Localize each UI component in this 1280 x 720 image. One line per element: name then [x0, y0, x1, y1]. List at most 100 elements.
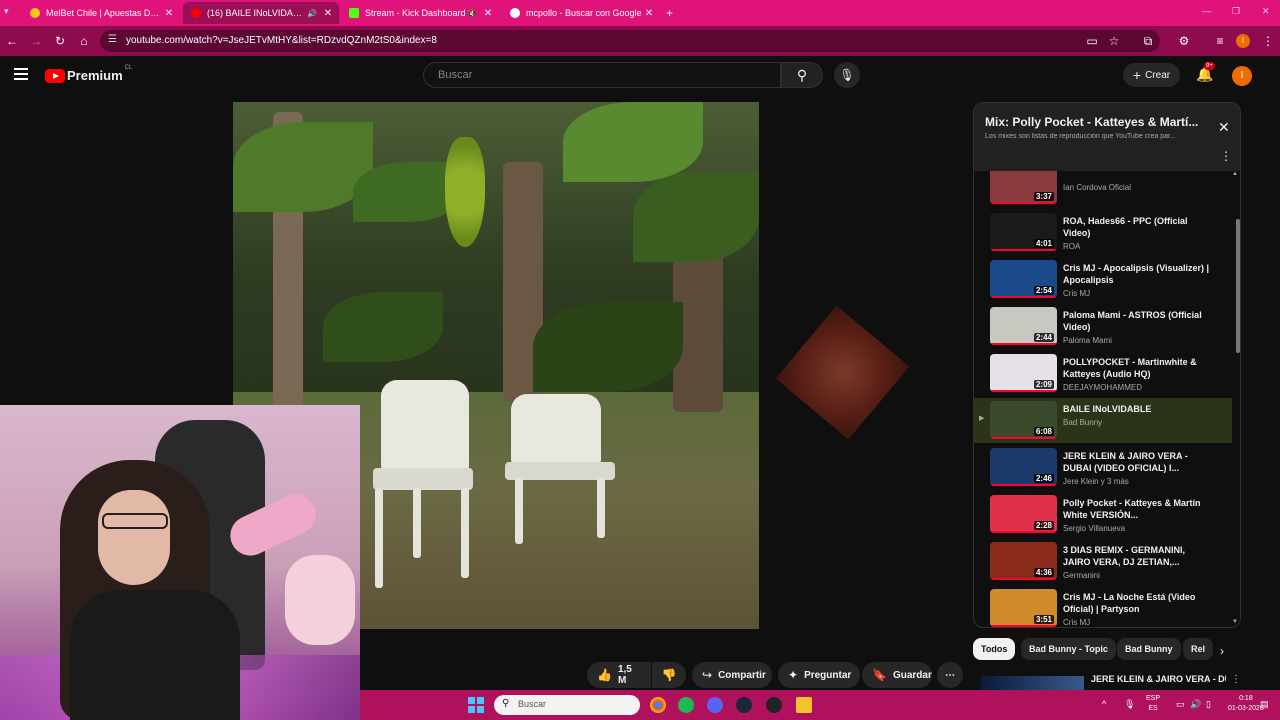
playlist-thumbnail[interactable]: 2:46 — [990, 448, 1057, 486]
playlist-thumbnail[interactable]: 6:08 — [990, 401, 1057, 439]
tab-favicon-icon — [510, 8, 520, 18]
chip-related[interactable]: Rel — [1183, 638, 1213, 660]
playlist-item[interactable]: 2:28 Polly Pocket - Katteyes & Martín Whi… — [974, 492, 1232, 537]
tab-close-icon[interactable]: ✕ — [642, 8, 656, 19]
chevron-right-icon[interactable]: › — [1220, 644, 1224, 658]
obs-icon[interactable] — [766, 697, 782, 713]
playlist-item[interactable]: 4:36 3 DIAS REMIX - GERMANINI, JAIRO VERA… — [974, 539, 1232, 584]
notification-center-icon[interactable]: ▤ — [1260, 699, 1269, 710]
ask-button[interactable]: ✦ Preguntar — [778, 662, 860, 688]
tab-search-icon[interactable]: ▾ — [4, 6, 9, 17]
windows-start-icon[interactable] — [468, 697, 484, 713]
playlist-item[interactable]: 2:46 JERE KLEIN & JAIRO VERA - DUBAI (VID… — [974, 445, 1232, 490]
more-vert-icon[interactable]: ⋮ — [1220, 149, 1232, 163]
discord-icon[interactable] — [707, 697, 723, 713]
media-icon[interactable]: ≡ — [1212, 33, 1228, 49]
back-icon[interactable]: ← — [4, 33, 20, 49]
browser-menu-icon[interactable]: ⋮ — [1260, 33, 1276, 49]
more-vert-icon[interactable]: ⋮ — [1231, 674, 1241, 685]
share-button[interactable]: ↪ Compartir — [692, 662, 772, 688]
scroll-down-icon[interactable]: ▼ — [1232, 619, 1238, 625]
watched-progress — [990, 249, 1057, 251]
cast-icon[interactable]: ▭ — [1084, 33, 1100, 49]
tray-mic-icon[interactable]: 🎙 — [1124, 699, 1135, 710]
playlist-title[interactable]: Mix: Polly Pocket - Katteyes & Martí... — [985, 115, 1207, 129]
playlist-thumbnail[interactable]: 4:36 — [990, 542, 1057, 580]
dislike-button[interactable]: 👎 — [652, 662, 686, 688]
profile-avatar[interactable]: I — [1236, 34, 1250, 48]
taskbar-search[interactable]: ⚲ Buscar — [494, 695, 640, 715]
reload-icon[interactable]: ↻ — [52, 33, 68, 49]
chip-all[interactable]: Todos — [973, 638, 1016, 660]
volume-icon[interactable]: 🔊 — [1190, 699, 1201, 710]
speaker-icon[interactable]: 🔊 — [307, 9, 317, 18]
forward-icon[interactable]: → — [28, 33, 44, 49]
close-icon[interactable]: ✕ — [1218, 119, 1230, 136]
chip-bad-bunny[interactable]: Bad Bunny — [1117, 638, 1181, 660]
playlist-item-channel: Cris MJ — [1063, 289, 1091, 298]
youtube-premium-logo[interactable]: Premium CL — [45, 65, 132, 83]
network-icon[interactable]: ▭ — [1176, 699, 1185, 710]
playlist-item[interactable]: 2:09 POLLYPOCKET - Martinwhite & Katteyes… — [974, 351, 1232, 396]
playlist-thumbnail[interactable]: 2:28 — [990, 495, 1057, 533]
battery-icon[interactable]: ▯ — [1206, 699, 1211, 710]
playlist-item[interactable]: 4:01 ROA, Hades66 - PPC (Official Video) R… — [974, 210, 1232, 255]
more-actions-icon[interactable]: ⋯ — [937, 662, 963, 688]
spotify-icon[interactable] — [678, 697, 694, 713]
muted-speaker-icon[interactable]: 🔇 — [467, 9, 477, 18]
microphone-icon[interactable]: 🎙 — [834, 62, 860, 88]
taskbar-clock[interactable]: 0:18 01-03-2026 — [1228, 694, 1264, 714]
search-input[interactable]: Buscar — [423, 62, 781, 88]
file-explorer-icon[interactable] — [796, 697, 812, 713]
steam-icon[interactable] — [736, 697, 752, 713]
playlist-item[interactable]: 3:37 Ian Cordova Oficial — [974, 171, 1232, 208]
playlist-thumbnail[interactable]: 3:51 — [990, 589, 1057, 627]
chrome-icon[interactable] — [650, 697, 666, 713]
tray-chevron-icon[interactable]: ^ — [1102, 699, 1106, 709]
playlist-thumbnail[interactable]: 4:01 — [990, 213, 1057, 251]
new-tab-icon[interactable]: + — [662, 2, 682, 24]
playlist-thumbnail[interactable]: 2:44 — [990, 307, 1057, 345]
playlist-scrollbar[interactable] — [1236, 175, 1240, 625]
close-window-icon[interactable]: ✕ — [1262, 6, 1270, 17]
site-info-icon[interactable]: ☰ — [108, 34, 117, 45]
menu-icon[interactable] — [14, 68, 28, 80]
playlist-item-current[interactable]: ▶ 6:08 BAILE INoLVIDABLE Bad Bunny — [974, 398, 1232, 443]
save-button[interactable]: 🔖 Guardar — [862, 662, 932, 688]
playlist-item[interactable]: 2:54 Cris MJ - Apocalipsis (Visualizer) |… — [974, 257, 1232, 302]
youtube-play-icon — [45, 68, 65, 83]
avatar[interactable]: I — [1232, 66, 1252, 86]
playlist-thumbnail[interactable]: 2:54 — [990, 260, 1057, 298]
browser-tab[interactable]: Stream - Kick Dashboard 🔇 ✕ — [341, 2, 499, 24]
search-icon[interactable]: ⚲ — [781, 62, 823, 88]
thumbs-up-icon: 👍 — [597, 668, 612, 682]
browser-tab[interactable]: MelBet Chile | Apuestas Deporti ✕ — [22, 2, 180, 24]
extensions-icon[interactable]: ⧉ — [1140, 33, 1156, 49]
tab-close-icon[interactable]: ✕ — [162, 8, 176, 19]
playlist-item-channel: Paloma Mami — [1063, 336, 1112, 345]
playlist-item-channel: Sergio Villanueva — [1063, 524, 1126, 533]
chip-bad-bunny-topic[interactable]: Bad Bunny - Topic — [1021, 638, 1116, 660]
scroll-up-icon[interactable]: ▲ — [1232, 171, 1238, 177]
playlist-item[interactable]: 2:44 Paloma Mami - ASTROS (Official Video… — [974, 304, 1232, 349]
tab-close-icon[interactable]: ✕ — [481, 8, 495, 19]
watched-progress — [990, 202, 1057, 204]
watched-progress — [990, 437, 1057, 439]
minimize-icon[interactable]: — — [1202, 6, 1211, 16]
maximize-icon[interactable]: ❐ — [1232, 6, 1240, 17]
recommended-video[interactable]: JERE KLEIN & JAIRO VERA - DUBAI (VIDEO O… — [981, 672, 1241, 692]
extension-icon[interactable]: ⚙ — [1176, 33, 1192, 49]
tab-close-icon[interactable]: ✕ — [321, 8, 335, 19]
home-icon[interactable]: ⌂ — [76, 33, 92, 49]
address-bar[interactable]: ☰ youtube.com/watch?v=JseJETvMtHY&list=R… — [100, 30, 1160, 52]
playlist-thumbnail[interactable]: 2:09 — [990, 354, 1057, 392]
create-button[interactable]: + Crear — [1123, 63, 1180, 87]
notifications-bell-icon[interactable]: 🔔 9+ — [1196, 62, 1215, 83]
browser-tab[interactable]: mcpollo - Buscar con Google ✕ — [502, 2, 660, 24]
playlist-item[interactable]: 3:51 Cris MJ - La Noche Está (Video Ofici… — [974, 586, 1232, 627]
bookmark-star-icon[interactable]: ☆ — [1106, 33, 1122, 49]
language-indicator[interactable]: ESP ES — [1146, 694, 1160, 714]
browser-tab-active[interactable]: (16) BAILE INoLVIDABLE - Yo 🔊 ✕ — [183, 2, 339, 24]
like-button[interactable]: 👍 1,5 M — [587, 662, 651, 688]
playlist-thumbnail[interactable]: 3:37 — [990, 171, 1057, 204]
